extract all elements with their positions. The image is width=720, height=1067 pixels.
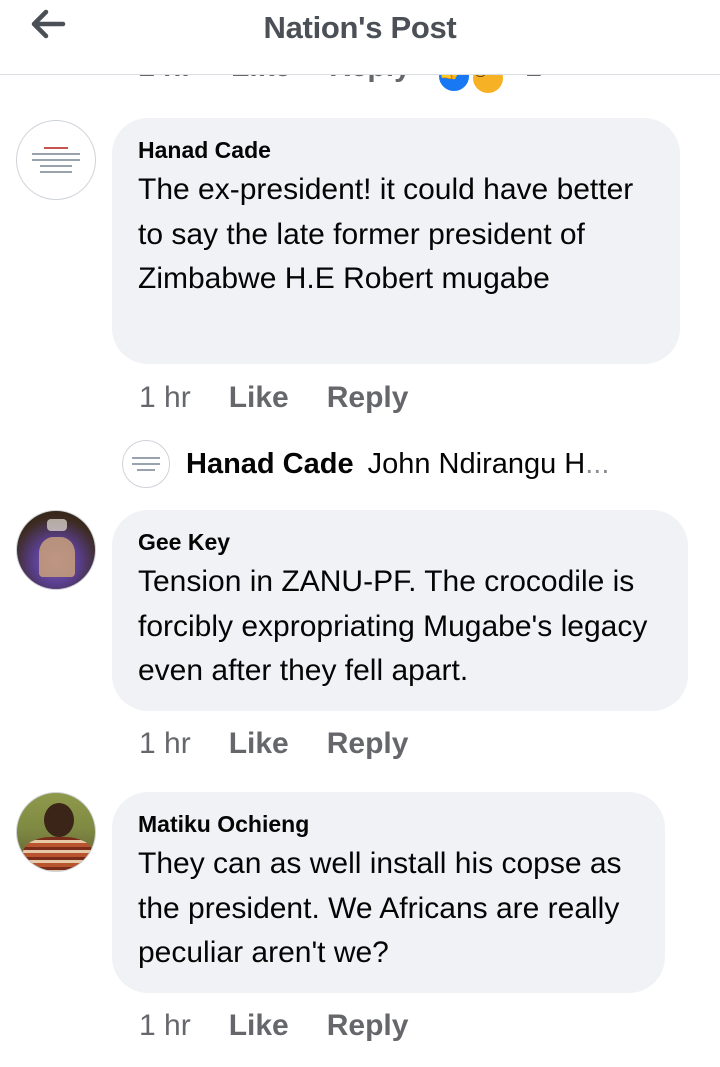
like-button[interactable]: Like — [229, 381, 289, 415]
avatar[interactable] — [16, 792, 96, 872]
comment-time: 1 hr — [139, 727, 191, 760]
avatar-logo-mark — [31, 159, 81, 161]
comment-text: Tension in ZANU-PF. The crocodile is for… — [138, 565, 648, 687]
comment-actions: 1 hr Like Reply — [139, 381, 408, 415]
like-button[interactable]: Like — [229, 727, 289, 761]
comment-bubble: Gee Key Tension in ZANU-PF. The crocodil… — [112, 510, 688, 711]
avatar — [122, 440, 170, 488]
avatar-logo-mark — [136, 469, 156, 471]
reply-snippet-text: John Ndirangu H — [367, 447, 586, 480]
comment-time: 1 hr — [139, 381, 191, 414]
reply-button[interactable]: Reply — [327, 381, 409, 415]
reply-author: Hanad Cade — [186, 447, 354, 480]
comment-author[interactable]: Matiku Ochieng — [138, 810, 639, 838]
avatar-photo-detail — [39, 537, 75, 577]
reply-button[interactable]: Reply — [327, 727, 409, 761]
reply-button[interactable]: Reply — [327, 1009, 409, 1043]
reply-preview[interactable]: Hanad Cade John Ndirangu H... — [122, 438, 609, 490]
comment-actions: 1 hr Like Reply — [139, 1009, 408, 1043]
comment-text: They can as well install his copse as th… — [138, 847, 622, 969]
reply-snippet: John Ndirangu H... — [368, 448, 610, 481]
avatar[interactable] — [16, 510, 96, 590]
avatar-logo-mark — [31, 153, 81, 155]
avatar-logo-mark — [40, 171, 72, 173]
avatar-logo-mark — [131, 463, 161, 465]
comment-author[interactable]: Hanad Cade — [138, 136, 654, 164]
comment-time: 1 hr — [139, 1009, 191, 1042]
comment-bubble: Hanad Cade The ex-president! it could ha… — [112, 118, 680, 364]
avatar-logo-mark — [40, 165, 72, 167]
comment-bubble: Matiku Ochieng They can as well install … — [112, 792, 665, 993]
comment-actions: 1 hr Like Reply — [139, 727, 408, 761]
avatar-logo-mark — [131, 457, 161, 459]
top-bar: Nation's Post — [0, 0, 720, 75]
avatar[interactable] — [16, 120, 96, 200]
reply-ellipsis: ... — [585, 447, 610, 480]
page-title: Nation's Post — [263, 10, 457, 45]
avatar-photo-detail — [47, 519, 67, 531]
avatar-photo-detail — [44, 803, 74, 837]
avatar-logo-mark — [44, 147, 68, 149]
comment-author[interactable]: Gee Key — [138, 528, 662, 556]
comment-text: The ex-president! it could have better t… — [138, 173, 634, 295]
avatar-photo-detail — [23, 837, 93, 871]
like-button[interactable]: Like — [229, 1009, 289, 1043]
